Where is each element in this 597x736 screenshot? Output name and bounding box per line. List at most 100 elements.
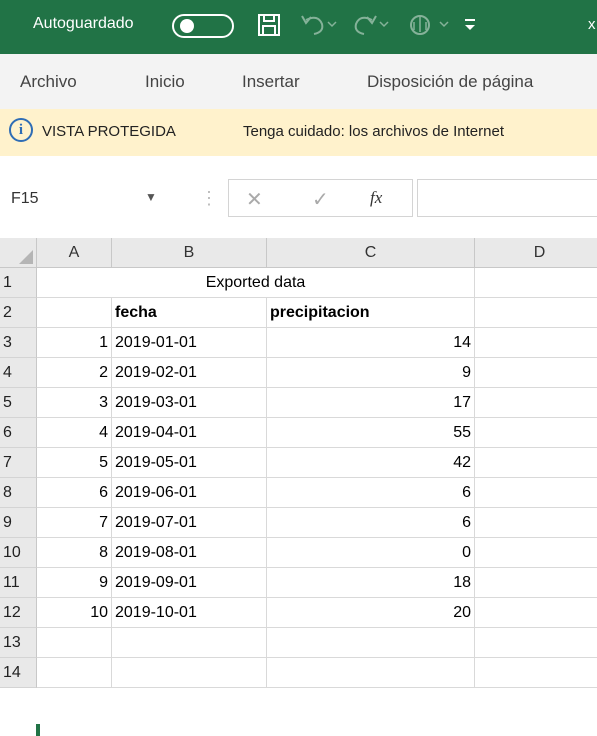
protected-view-bar: i VISTA PROTEGIDA Tenga cuidado: los arc…: [0, 109, 597, 157]
cell-index[interactable]: 10: [37, 598, 112, 628]
cell-empty[interactable]: [112, 658, 267, 688]
cell-empty[interactable]: [475, 478, 597, 508]
cell-fecha[interactable]: 2019-08-01: [112, 538, 267, 568]
cell-fecha[interactable]: 2019-07-01: [112, 508, 267, 538]
cell-empty[interactable]: [475, 508, 597, 538]
cell-empty[interactable]: [475, 538, 597, 568]
cell-a2[interactable]: [37, 298, 112, 328]
cell-empty[interactable]: [475, 598, 597, 628]
row-header-12[interactable]: 12: [0, 598, 37, 628]
cell-empty[interactable]: [475, 358, 597, 388]
title-bar: Autoguardado x: [0, 0, 597, 54]
cell-empty[interactable]: [475, 448, 597, 478]
cell-fecha[interactable]: 2019-01-01: [112, 328, 267, 358]
cell-precipitacion[interactable]: 6: [267, 508, 475, 538]
tab-archivo[interactable]: Archivo: [20, 72, 77, 92]
enter-icon[interactable]: ✓: [312, 187, 329, 212]
cell-precipitacion[interactable]: 14: [267, 328, 475, 358]
selection-indicator: [36, 724, 40, 736]
cell-fecha[interactable]: 2019-05-01: [112, 448, 267, 478]
insert-function-button[interactable]: fx: [370, 188, 382, 208]
cell-index[interactable]: 9: [37, 568, 112, 598]
customize-quick-access-icon[interactable]: [462, 14, 478, 41]
row-header-3[interactable]: 3: [0, 328, 37, 358]
row-header-9[interactable]: 9: [0, 508, 37, 538]
select-all-button[interactable]: [0, 238, 37, 268]
cell-empty[interactable]: [475, 658, 597, 688]
cell-merged-title[interactable]: Exported data: [37, 268, 475, 298]
tab-insertar[interactable]: Insertar: [242, 72, 300, 92]
row-header-7[interactable]: 7: [0, 448, 37, 478]
cell-precipitacion[interactable]: 9: [267, 358, 475, 388]
cell-empty[interactable]: [267, 658, 475, 688]
cell-precipitacion[interactable]: 18: [267, 568, 475, 598]
cell-index[interactable]: 5: [37, 448, 112, 478]
cell-index[interactable]: 8: [37, 538, 112, 568]
chevron-down-icon[interactable]: ▼: [145, 190, 157, 204]
cancel-icon[interactable]: ✕: [246, 187, 263, 212]
cell-empty[interactable]: [112, 628, 267, 658]
cell-empty[interactable]: [475, 328, 597, 358]
row-header-6[interactable]: 6: [0, 418, 37, 448]
cell-precipitacion[interactable]: 0: [267, 538, 475, 568]
cell-precipitacion[interactable]: 42: [267, 448, 475, 478]
row-header-10[interactable]: 10: [0, 538, 37, 568]
autosave-toggle[interactable]: [172, 14, 234, 38]
tab-disposicion-de-pagina[interactable]: Disposición de página: [367, 72, 533, 92]
name-box-value: F15: [11, 190, 39, 207]
column-header-b[interactable]: B: [112, 238, 267, 268]
cell-fecha[interactable]: 2019-06-01: [112, 478, 267, 508]
row-header-14[interactable]: 14: [0, 658, 37, 688]
cell-precipitacion[interactable]: 55: [267, 418, 475, 448]
cell-index[interactable]: 4: [37, 418, 112, 448]
spreadsheet-grid: A B C D 1 2 3 4 5 6 7 8 9 10 11 12 13 14…: [0, 226, 597, 736]
cell-precipitacion[interactable]: 17: [267, 388, 475, 418]
row-header-11[interactable]: 11: [0, 568, 37, 598]
formula-bar-grip-icon[interactable]: ⋮: [200, 188, 218, 209]
row-header-2[interactable]: 2: [0, 298, 37, 328]
row-header-13[interactable]: 13: [0, 628, 37, 658]
row-header-5[interactable]: 5: [0, 388, 37, 418]
toggle-knob: [180, 19, 194, 33]
info-icon: i: [9, 118, 33, 142]
formula-input[interactable]: [417, 179, 597, 217]
cell-empty[interactable]: [267, 628, 475, 658]
cell-empty[interactable]: [475, 418, 597, 448]
cell-precipitacion[interactable]: 20: [267, 598, 475, 628]
column-header-c[interactable]: C: [267, 238, 475, 268]
tab-inicio[interactable]: Inicio: [145, 72, 185, 92]
redo-icon[interactable]: [352, 12, 392, 43]
protected-view-message: Tenga cuidado: los archivos de Internet: [243, 123, 504, 140]
cell-index[interactable]: 3: [37, 388, 112, 418]
cell-empty[interactable]: [37, 658, 112, 688]
cell-d1[interactable]: [475, 268, 597, 298]
cell-empty[interactable]: [475, 628, 597, 658]
cell-fecha[interactable]: 2019-03-01: [112, 388, 267, 418]
cell-d2[interactable]: [475, 298, 597, 328]
cell-index[interactable]: 6: [37, 478, 112, 508]
select-all-icon: [19, 250, 33, 264]
cell-empty[interactable]: [475, 388, 597, 418]
save-icon[interactable]: [257, 12, 281, 43]
cell-header-fecha[interactable]: fecha: [112, 298, 267, 328]
ribbon-tabs: Archivo Inicio Insertar Disposición de p…: [0, 54, 597, 109]
undo-icon[interactable]: [300, 12, 340, 43]
row-header-8[interactable]: 8: [0, 478, 37, 508]
cell-fecha[interactable]: 2019-10-01: [112, 598, 267, 628]
touch-mode-icon[interactable]: [408, 12, 452, 43]
cell-index[interactable]: 7: [37, 508, 112, 538]
row-header-1[interactable]: 1: [0, 268, 37, 298]
cell-fecha[interactable]: 2019-04-01: [112, 418, 267, 448]
cell-index[interactable]: 1: [37, 328, 112, 358]
cell-precipitacion[interactable]: 6: [267, 478, 475, 508]
cell-empty[interactable]: [475, 568, 597, 598]
column-header-a[interactable]: A: [37, 238, 112, 268]
cell-fecha[interactable]: 2019-02-01: [112, 358, 267, 388]
cell-index[interactable]: 2: [37, 358, 112, 388]
row-header-4[interactable]: 4: [0, 358, 37, 388]
name-box[interactable]: F15 ▼: [5, 181, 170, 217]
cell-header-precipitacion[interactable]: precipitacion: [267, 298, 475, 328]
column-header-d[interactable]: D: [475, 238, 597, 268]
cell-empty[interactable]: [37, 628, 112, 658]
cell-fecha[interactable]: 2019-09-01: [112, 568, 267, 598]
